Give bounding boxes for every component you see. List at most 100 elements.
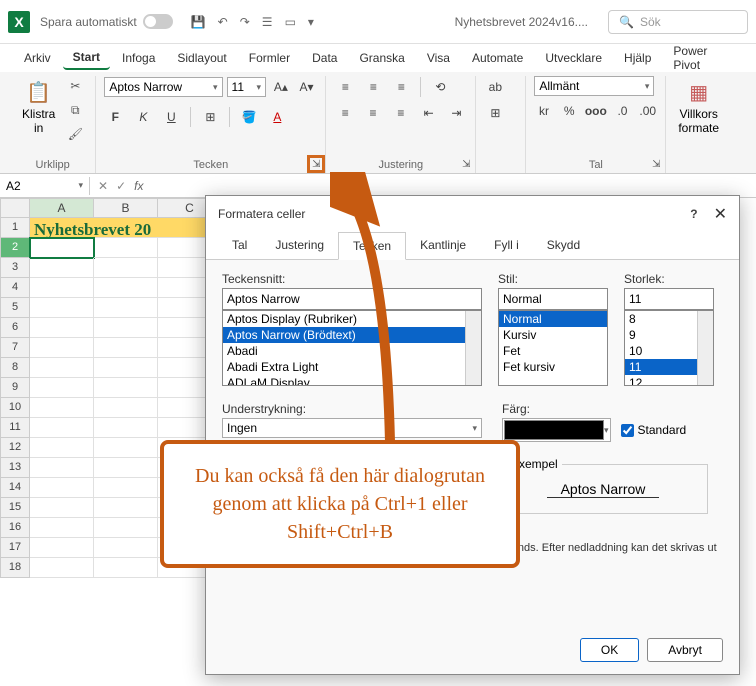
col-header-b[interactable]: B (94, 198, 158, 218)
accounting-button[interactable]: kr (534, 100, 553, 122)
undo-icon[interactable]: ↶ (218, 15, 228, 29)
orientation-button[interactable]: ⟲ (429, 76, 451, 98)
cell[interactable] (30, 258, 94, 278)
cell[interactable] (94, 478, 158, 498)
align-bottom-button[interactable]: ≡ (390, 76, 412, 98)
grow-font-button[interactable]: A▴ (270, 76, 292, 98)
tab-utvecklare[interactable]: Utvecklare (535, 47, 612, 69)
standard-checkbox[interactable]: Standard (621, 423, 687, 437)
checkbox-input[interactable] (621, 424, 634, 437)
cell[interactable] (94, 398, 158, 418)
row-header[interactable]: 15 (0, 498, 30, 518)
tab-hjalp[interactable]: Hjälp (614, 47, 661, 69)
list-item[interactable]: Normal (499, 311, 607, 327)
cell[interactable] (94, 338, 158, 358)
save-icon[interactable]: 💾 (191, 15, 206, 29)
row-header[interactable]: 7 (0, 338, 30, 358)
cell[interactable] (30, 278, 94, 298)
paste-button[interactable]: 📋 Klistra in (18, 76, 59, 139)
tab-infoga[interactable]: Infoga (112, 47, 165, 69)
autosave-toggle[interactable]: Spara automatiskt (40, 14, 173, 29)
comma-button[interactable]: ooo (585, 100, 607, 122)
size-listbox[interactable]: 8 9 10 11 12 14 (624, 310, 714, 386)
align-right-button[interactable]: ≡ (390, 102, 412, 124)
align-top-button[interactable]: ≡ (334, 76, 356, 98)
cell[interactable] (94, 318, 158, 338)
close-button[interactable]: ✕ (714, 204, 727, 224)
size-input[interactable] (624, 288, 714, 310)
tab-powerpivot[interactable]: Power Pivot (663, 40, 742, 76)
cell[interactable] (30, 338, 94, 358)
font-size-combo[interactable]: 11▾ (227, 77, 267, 97)
search-input[interactable]: 🔍 Sök (608, 10, 748, 34)
cell[interactable] (30, 538, 94, 558)
percent-button[interactable]: % (560, 100, 579, 122)
cut-button[interactable]: ✂ (63, 76, 87, 96)
tab-formler[interactable]: Formler (239, 47, 300, 69)
row-header[interactable]: 6 (0, 318, 30, 338)
number-format-combo[interactable]: Allmänt▾ (534, 76, 654, 96)
border-button[interactable]: ⊞ (199, 106, 221, 128)
row-header[interactable]: 18 (0, 558, 30, 578)
dlg-tab-justering[interactable]: Justering (261, 232, 338, 259)
list-item[interactable]: Fet (499, 343, 607, 359)
redo-icon[interactable]: ↷ (240, 15, 250, 29)
conditional-format-button[interactable]: ▦ Villkors formate (674, 76, 723, 139)
enter-formula-icon[interactable]: ✓ (116, 179, 126, 193)
fx-icon[interactable]: fx (134, 179, 143, 193)
row-header[interactable]: 12 (0, 438, 30, 458)
cell[interactable] (94, 378, 158, 398)
cell[interactable] (94, 458, 158, 478)
cancel-formula-icon[interactable]: ✕ (98, 179, 108, 193)
cell[interactable] (94, 438, 158, 458)
row-header[interactable]: 9 (0, 378, 30, 398)
cell[interactable] (94, 418, 158, 438)
cell[interactable] (94, 358, 158, 378)
cell[interactable] (94, 258, 158, 278)
number-dialog-launcher[interactable]: ⇲ (649, 157, 663, 171)
cell[interactable] (94, 538, 158, 558)
cell[interactable] (94, 278, 158, 298)
cell[interactable] (94, 498, 158, 518)
tab-start[interactable]: Start (63, 46, 110, 70)
cell[interactable] (30, 438, 94, 458)
cell[interactable] (30, 318, 94, 338)
underline-button[interactable]: U (160, 106, 182, 128)
cell-a1[interactable]: Nyhetsbrevet 20 (30, 218, 222, 238)
row-header[interactable]: 16 (0, 518, 30, 538)
list-item[interactable]: Kursiv (499, 327, 607, 343)
tab-automate[interactable]: Automate (462, 47, 533, 69)
row-header[interactable]: 2 (0, 238, 30, 258)
cell[interactable] (30, 378, 94, 398)
tab-arkiv[interactable]: Arkiv (14, 47, 61, 69)
align-center-button[interactable]: ≡ (362, 102, 384, 124)
cell[interactable] (30, 398, 94, 418)
col-header-a[interactable]: A (30, 198, 94, 218)
color-combo[interactable]: ▾ (502, 418, 611, 442)
increase-decimal-button[interactable]: .0 (613, 100, 632, 122)
row-header[interactable]: 13 (0, 458, 30, 478)
dlg-tab-skydd[interactable]: Skydd (533, 232, 594, 259)
scrollbar[interactable] (697, 311, 713, 385)
style-input[interactable] (498, 288, 608, 310)
increase-indent-button[interactable]: ⇥ (446, 102, 468, 124)
toggle-icon[interactable] (143, 14, 173, 29)
alignment-dialog-launcher[interactable]: ⇲ (459, 157, 473, 171)
shrink-font-button[interactable]: A▾ (296, 76, 318, 98)
decrease-decimal-button[interactable]: .00 (638, 100, 657, 122)
cancel-button[interactable]: Avbryt (647, 638, 723, 662)
cell[interactable] (94, 298, 158, 318)
cell[interactable] (30, 518, 94, 538)
font-color-button[interactable]: A (266, 106, 288, 128)
tab-data[interactable]: Data (302, 47, 347, 69)
dropdown-icon[interactable]: ▾ (308, 15, 314, 29)
cell[interactable] (30, 558, 94, 578)
cell[interactable] (30, 498, 94, 518)
row-header[interactable]: 5 (0, 298, 30, 318)
row-header[interactable]: 14 (0, 478, 30, 498)
scrollbar[interactable] (465, 311, 481, 385)
cell[interactable] (30, 458, 94, 478)
cell[interactable] (94, 558, 158, 578)
align-middle-button[interactable]: ≡ (362, 76, 384, 98)
bold-button[interactable]: F (104, 106, 126, 128)
